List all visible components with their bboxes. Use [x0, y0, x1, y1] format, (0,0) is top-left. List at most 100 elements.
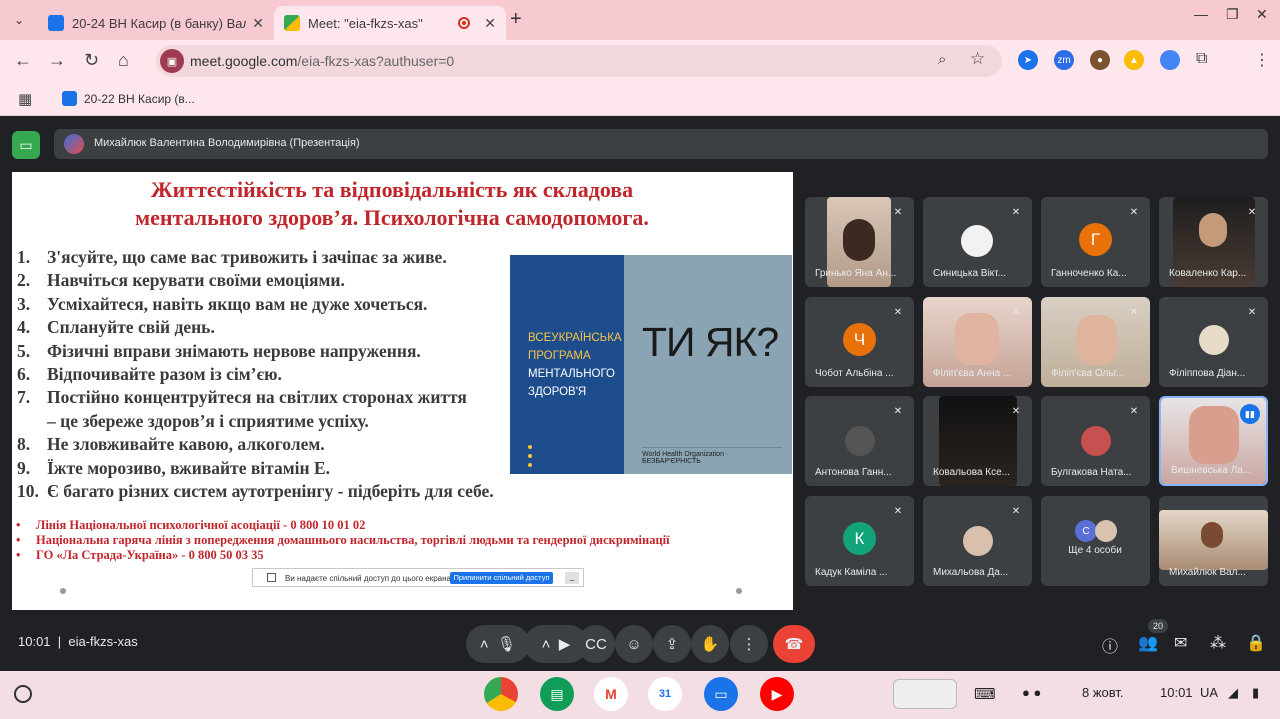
- address-bar[interactable]: ▣ meet.google.com/eia-fkzs-xas?authuser=…: [156, 45, 1002, 77]
- meeting-info-icon[interactable]: ⓘ: [1102, 633, 1118, 657]
- more-participants-tile[interactable]: С Ще 4 особи: [1041, 496, 1150, 586]
- forward-icon[interactable]: →: [48, 50, 66, 71]
- presentation-mode-icon[interactable]: ▭: [12, 131, 40, 159]
- screen-share-notice: Ви надаєте спільний доступ до цього екра…: [252, 568, 584, 587]
- keyboard-icon[interactable]: ⌨: [974, 685, 996, 703]
- participant-tile[interactable]: ✕ Булгакова Ната...: [1041, 396, 1150, 486]
- input-language[interactable]: UA: [1200, 685, 1218, 700]
- share-screen-icon: [267, 573, 276, 582]
- participant-tile[interactable]: ✕ Михальова Да...: [923, 496, 1032, 586]
- stop-sharing-button[interactable]: Припинити спільний доступ: [450, 572, 553, 584]
- new-tab-icon[interactable]: +: [510, 8, 522, 31]
- slide-tips-list: 1. З'ясуйте, що саме вас тривожить і зачі…: [17, 246, 522, 503]
- reactions-button[interactable]: ☺: [615, 625, 653, 663]
- participant-tile[interactable]: ✕ Коваленко Кар...: [1159, 197, 1268, 287]
- participant-tile[interactable]: ✕ Ковальова Ксе...: [923, 396, 1032, 486]
- list-item: 3. Усміхайтеся, навіть якщо вам не дуже х…: [17, 293, 428, 314]
- bookmarks-bar: ▦ 20-22 ВН Касир (в...: [0, 82, 1280, 116]
- extension-send-icon[interactable]: ➤: [1018, 50, 1038, 70]
- participant-initial: Ч: [843, 323, 876, 356]
- bookmark-star-icon[interactable]: ☆: [970, 49, 985, 69]
- participant-name: Вишневська Ла...: [1171, 465, 1252, 476]
- files-app-icon[interactable]: ▭: [704, 677, 738, 711]
- chevron-up-icon[interactable]: ˄: [542, 636, 551, 653]
- microphone-button[interactable]: ˄ 🎙: [466, 625, 530, 663]
- time-text[interactable]: 10:01: [1160, 685, 1193, 700]
- site-info-icon[interactable]: ▣: [160, 49, 184, 73]
- participant-tile[interactable]: ✕ Синицька Вікт...: [923, 197, 1032, 287]
- status-dots-icon[interactable]: ● ●: [1022, 685, 1041, 700]
- close-tab-icon[interactable]: ✕: [484, 15, 496, 32]
- battery-icon[interactable]: ▮: [1252, 685, 1259, 701]
- participant-tile[interactable]: Михайлюк Вал...: [1159, 496, 1268, 586]
- participant-name: Антонова Ганн...: [815, 467, 892, 478]
- host-controls-icon[interactable]: 🔒: [1246, 633, 1266, 653]
- activities-icon[interactable]: ⁂: [1210, 633, 1226, 653]
- participant-tile[interactable]: ✕ Гринько Яна Ан...: [805, 197, 914, 287]
- minimize-icon[interactable]: —: [1194, 6, 1208, 22]
- raise-hand-button[interactable]: ✋: [691, 625, 729, 663]
- participant-tile[interactable]: ✕ Філіп'єва Ольг...: [1041, 297, 1150, 387]
- participant-tile[interactable]: ✕ Філіп'єва Анна ...: [923, 297, 1032, 387]
- participant-tile[interactable]: ✕ Антонова Ганн...: [805, 396, 914, 486]
- participant-avatar: [961, 225, 993, 257]
- participant-tile[interactable]: ✕ Філіппова Діан...: [1159, 297, 1268, 387]
- extension-dot-icon[interactable]: [1160, 50, 1180, 70]
- mic-off-icon: ✕: [1247, 307, 1257, 318]
- reload-icon[interactable]: ↻: [84, 50, 99, 71]
- close-window-icon[interactable]: ✕: [1256, 6, 1268, 23]
- maximize-icon[interactable]: ❐: [1226, 6, 1239, 23]
- slide-title: Життєстійкість та відповідальність як ск…: [135, 177, 649, 230]
- present-button[interactable]: ⇪: [653, 625, 691, 663]
- bookmark-label: 20-22 ВН Касир (в...: [84, 91, 195, 106]
- participant-name: Філіппова Діан...: [1169, 368, 1246, 379]
- bookmark-item[interactable]: 20-22 ВН Касир (в...: [62, 91, 195, 106]
- meet-window: ▭ Михайлюк Валентина Володимирівна (През…: [0, 117, 1280, 671]
- extension-owl-icon[interactable]: ●: [1090, 50, 1110, 70]
- leave-call-button[interactable]: ☎: [773, 625, 815, 663]
- participant-name: Філіп'єва Анна ...: [933, 368, 1012, 379]
- present-screen-icon: ⇪: [665, 636, 679, 653]
- captions-button[interactable]: CC: [577, 625, 615, 663]
- classroom-app-icon[interactable]: ▤: [540, 677, 574, 711]
- people-count-badge: 20: [1148, 619, 1168, 633]
- close-tab-icon[interactable]: ✕: [252, 15, 264, 32]
- chat-icon[interactable]: ✉: [1174, 633, 1187, 653]
- calendar-app-icon[interactable]: 31: [648, 677, 682, 711]
- tab-search-button[interactable]: ⌄: [6, 7, 32, 33]
- participant-tile[interactable]: Ч ✕ Чобот Альбіна ...: [805, 297, 914, 387]
- more-options-button[interactable]: ⋮: [730, 625, 768, 663]
- wifi-icon[interactable]: ◢: [1228, 685, 1238, 701]
- recording-icon: [458, 17, 471, 29]
- extension-zoom-icon[interactable]: zm: [1054, 50, 1074, 70]
- gmail-app-icon[interactable]: M: [594, 677, 628, 711]
- logo-dots-icon: [528, 445, 532, 467]
- logo-right-panel: ТИ ЯК? World Health Organization · БЕЗБА…: [624, 255, 792, 474]
- people-icon[interactable]: 👥: [1138, 633, 1158, 653]
- logo-big-text: ТИ ЯК?: [642, 319, 779, 365]
- hide-notice-button[interactable]: _: [565, 572, 579, 584]
- launcher-icon[interactable]: [14, 685, 32, 703]
- tab-meet[interactable]: Meet: "eia-fkzs-xas" ✕: [274, 6, 506, 40]
- screen-capture-thumbnail[interactable]: [893, 679, 957, 709]
- home-icon[interactable]: ⌂: [118, 50, 129, 71]
- mic-off-icon: ✕: [1011, 207, 1021, 218]
- participant-tile[interactable]: К ✕ Кадук Каміла ...: [805, 496, 914, 586]
- google-drive-icon[interactable]: ▲: [1124, 50, 1144, 70]
- chrome-app-icon[interactable]: [484, 677, 518, 711]
- participant-name: Ковальова Ксе...: [933, 467, 1011, 478]
- date-text[interactable]: 8 жовт.: [1082, 685, 1124, 700]
- presenter-avatar: [64, 134, 84, 154]
- chevron-up-icon[interactable]: ˄: [480, 636, 489, 653]
- participant-tile[interactable]: Г ✕ Ганноченко Ка...: [1041, 197, 1150, 287]
- tab-cashier[interactable]: 20-24 ВН Касир (в банку) Вал... ✕: [38, 6, 274, 40]
- logo-partners: World Health Organization · БЕЗБАР'ЄРНІС…: [642, 447, 782, 465]
- menu-kebab-icon[interactable]: ⋮: [1254, 50, 1270, 70]
- zoom-icon[interactable]: ⌕: [938, 51, 946, 68]
- back-icon[interactable]: ←: [14, 50, 32, 71]
- extensions-puzzle-icon[interactable]: ⧉: [1196, 50, 1207, 68]
- participant-tile-active-speaker[interactable]: ▮▮ Вишневська Ла...: [1159, 396, 1268, 486]
- youtube-app-icon[interactable]: ▶: [760, 677, 794, 711]
- camera-icon: ▶: [558, 636, 571, 653]
- apps-grid-icon[interactable]: ▦: [18, 90, 32, 108]
